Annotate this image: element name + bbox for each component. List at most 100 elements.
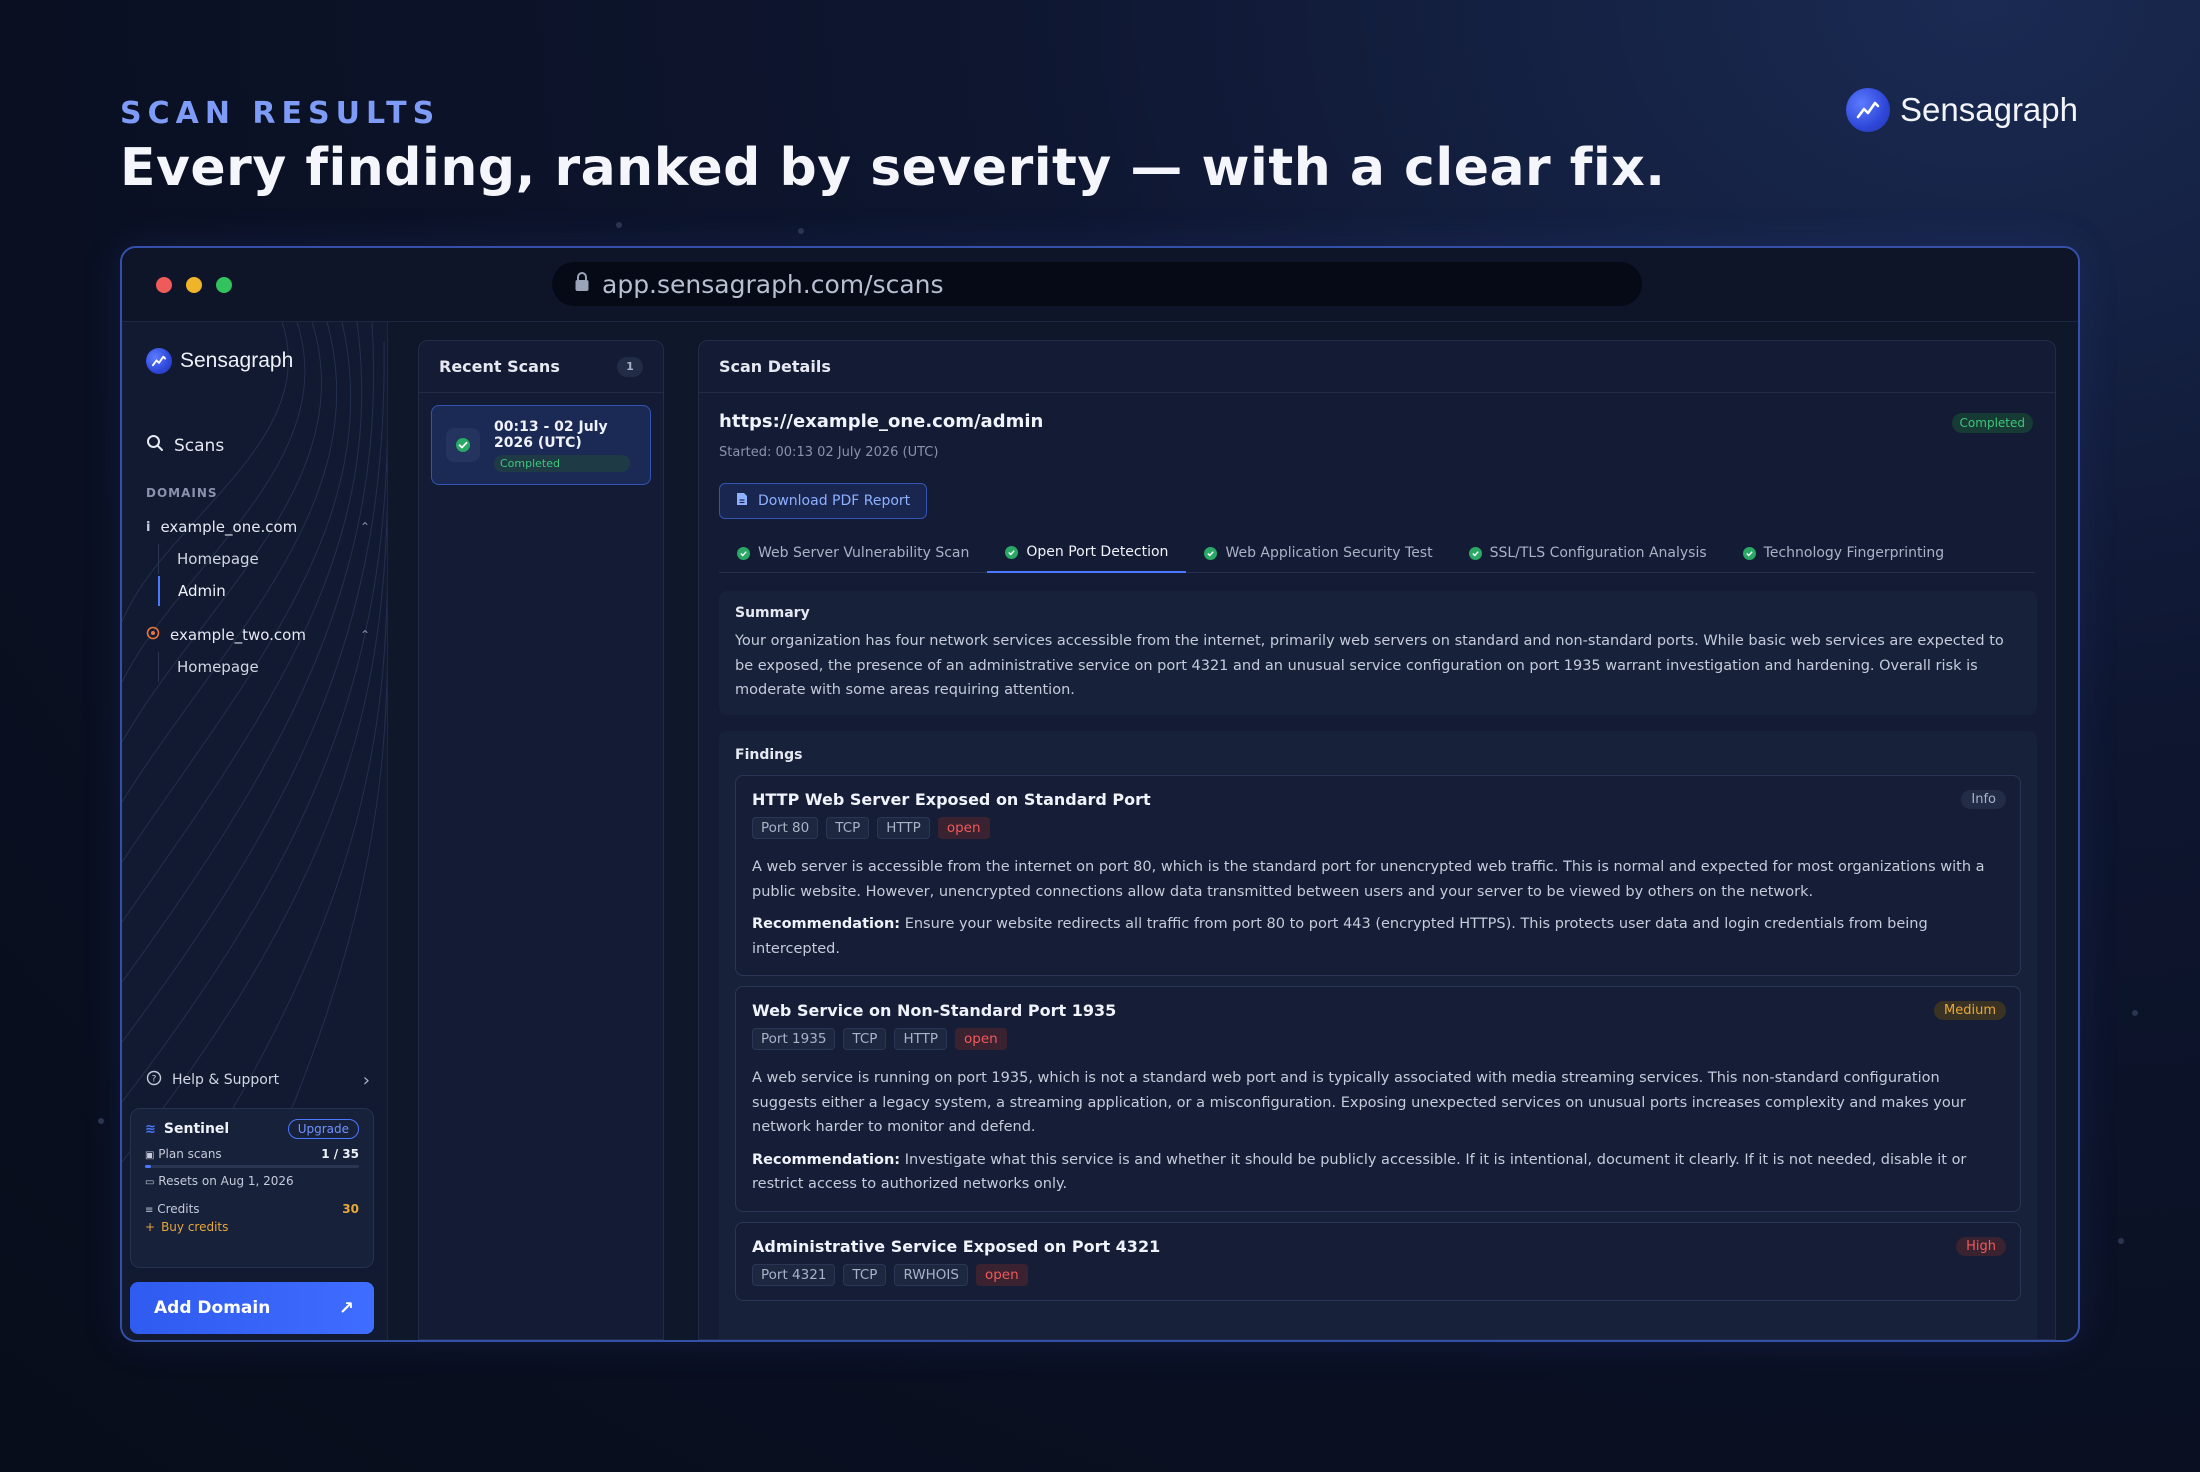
plan-title: ≋ Sentinel [145, 1121, 229, 1137]
check-circle-icon [1468, 546, 1482, 560]
close-window-button[interactable] [156, 276, 172, 293]
tab-web-application-security-test[interactable]: Web Application Security Test [1186, 533, 1450, 573]
tag-protocol: TCP [843, 1028, 887, 1050]
finding-tags: Port 80 TCP HTTP open [752, 817, 2004, 839]
page-label: Admin [178, 582, 226, 600]
file-icon [736, 492, 748, 510]
check-circle-icon [737, 546, 750, 560]
scan-details-panel: Scan Details https://example_one.com/adm… [698, 340, 2056, 1340]
plan-scans-progress-fill [145, 1165, 152, 1168]
sidebar-domain-example-two[interactable]: example_two.com ⌃ [146, 626, 370, 644]
credits-value: 30 [342, 1202, 359, 1216]
help-icon: ? [146, 1070, 162, 1090]
plan-scans-progress [145, 1165, 359, 1168]
finding-description: A web service is running on port 1935, w… [752, 1070, 1966, 1135]
plan-card: ≋ Sentinel Upgrade ▣ Plan scans 1 / 35 ▭… [130, 1108, 374, 1268]
check-circle-icon [1204, 546, 1218, 560]
background-dot [2132, 1010, 2138, 1016]
calendar-icon: ▭ [145, 1177, 155, 1188]
finding-title: Web Service on Non-Standard Port 1935 [752, 1001, 1117, 1020]
browser-titlebar: app.sensagraph.com/scans [122, 248, 2078, 322]
tag-port: Port 4321 [752, 1263, 836, 1286]
recent-scans-header: Recent Scans 1 [419, 341, 663, 393]
findings-section: Findings HTTP Web Server Exposed on Stan… [719, 731, 2037, 1339]
tab-label: Web Application Security Test [1225, 545, 1433, 561]
plan-scans-text: Plan scans [158, 1147, 222, 1161]
arrow-up-right-icon: ↗ [338, 1297, 354, 1319]
upgrade-button[interactable]: Upgrade [287, 1119, 359, 1139]
recommendation-label: Recommendation: [752, 1151, 901, 1168]
finding-title: Administrative Service Exposed on Port 4… [752, 1236, 1161, 1256]
finding-card: Web Service on Non-Standard Port 1935 Me… [735, 986, 2021, 1212]
resets-text: Resets on Aug 1, 2026 [158, 1174, 294, 1188]
finding-tags: Port 4321 TCP RWHOIS open [752, 1263, 2004, 1286]
scan-target-url: https://example_one.com/admin [719, 411, 1044, 432]
info-icon: i [146, 519, 151, 535]
add-domain-button[interactable]: Add Domain ↗ [130, 1282, 374, 1334]
summary-text: Your organization has four network servi… [735, 633, 2004, 698]
download-pdf-button[interactable]: Download PDF Report [719, 483, 928, 519]
scan-list-item[interactable]: 00:13 - 02 July 2026 (UTC) Completed [431, 405, 651, 485]
plus-icon: + [145, 1220, 156, 1234]
download-pdf-label: Download PDF Report [758, 493, 911, 509]
tab-web-server-vulnerability-scan[interactable]: Web Server Vulnerability Scan [719, 533, 987, 573]
background-dot [616, 222, 622, 228]
sidebar-page-homepage[interactable]: Homepage [158, 652, 259, 682]
maximize-window-button[interactable] [216, 276, 232, 293]
domain-name: example_two.com [170, 626, 306, 644]
tag-port: Port 80 [752, 817, 819, 839]
tab-ssl-tls-configuration-analysis[interactable]: SSL/TLS Configuration Analysis [1451, 533, 1725, 573]
help-label: Help & Support [172, 1072, 280, 1088]
severity-badge: Medium [1934, 1001, 2006, 1020]
address-url: app.sensagraph.com/scans [602, 269, 944, 299]
tab-technology-fingerprinting[interactable]: Technology Fingerprinting [1725, 533, 1962, 573]
add-domain-label: Add Domain [154, 1298, 271, 1318]
buy-credits-link[interactable]: + Buy credits [145, 1220, 359, 1234]
minimize-window-button[interactable] [186, 276, 202, 293]
severity-badge: Info [1961, 790, 2006, 809]
scan-time: 00:13 - 02 July 2026 (UTC) [494, 418, 608, 451]
scan-status-badge: Completed [494, 454, 630, 472]
sidebar-item-label: Scans [174, 435, 225, 456]
tab-label: SSL/TLS Configuration Analysis [1489, 545, 1707, 561]
sidebar-page-admin[interactable]: Admin [158, 576, 226, 606]
browser-window: app.sensagraph.com/scans Sensagraph Scan… [120, 246, 2080, 1342]
tag-service: HTTP [894, 1028, 948, 1050]
plan-scans-value: 1 / 35 [321, 1147, 359, 1161]
tag-protocol: TCP [826, 817, 870, 839]
domains-section-label: DOMAINS [146, 486, 218, 500]
tab-open-port-detection[interactable]: Open Port Detection [987, 533, 1187, 573]
sidebar-brand[interactable]: Sensagraph [146, 348, 293, 374]
sensagraph-logo-icon [146, 348, 172, 374]
sidebar-page-homepage[interactable]: Homepage [158, 544, 259, 574]
tag-service: HTTP [877, 817, 930, 839]
stack-icon: ≋ [145, 1121, 156, 1137]
sensagraph-logo-icon [1846, 88, 1891, 132]
hero-headline: Every finding, ranked by severity — with… [120, 138, 1666, 198]
chevron-up-icon[interactable]: ⌃ [360, 628, 370, 642]
page-label: Homepage [177, 658, 259, 676]
tab-label: Open Port Detection [1026, 544, 1169, 560]
finding-card: Administrative Service Exposed on Port 4… [735, 1221, 2021, 1301]
finding-recommendation: Recommendation: Ensure your website redi… [752, 912, 2004, 961]
tag-state: open [975, 1263, 1028, 1286]
scan-details-header: Scan Details [699, 341, 2055, 393]
chevron-up-icon[interactable]: ⌃ [360, 520, 370, 534]
tab-label: Web Server Vulnerability Scan [758, 545, 970, 561]
check-circle-icon [446, 428, 480, 462]
tag-port: Port 1935 [752, 1028, 836, 1050]
coins-icon: ≡ [145, 1205, 154, 1216]
help-support-link[interactable]: ? Help & Support › [146, 1069, 370, 1091]
credits-text: Credits [157, 1202, 200, 1216]
recommendation-label: Recommendation: [752, 916, 901, 932]
lock-icon [574, 271, 590, 297]
finding-card: HTTP Web Server Exposed on Standard Port… [735, 775, 2021, 976]
recommendation-text: Investigate what this service is and whe… [752, 1151, 1967, 1193]
address-bar[interactable]: app.sensagraph.com/scans [552, 262, 1642, 306]
sidebar-item-scans[interactable]: Scans [146, 434, 224, 457]
recent-scans-panel: Recent Scans 1 00:13 - 02 July 2026 (UTC… [418, 340, 664, 1340]
tag-protocol: TCP [843, 1263, 887, 1286]
chevron-right-icon: › [362, 1069, 370, 1091]
sidebar-domain-example-one[interactable]: i example_one.com ⌃ [146, 518, 370, 536]
scan-started-time: Started: 00:13 02 July 2026 (UTC) [719, 445, 939, 460]
